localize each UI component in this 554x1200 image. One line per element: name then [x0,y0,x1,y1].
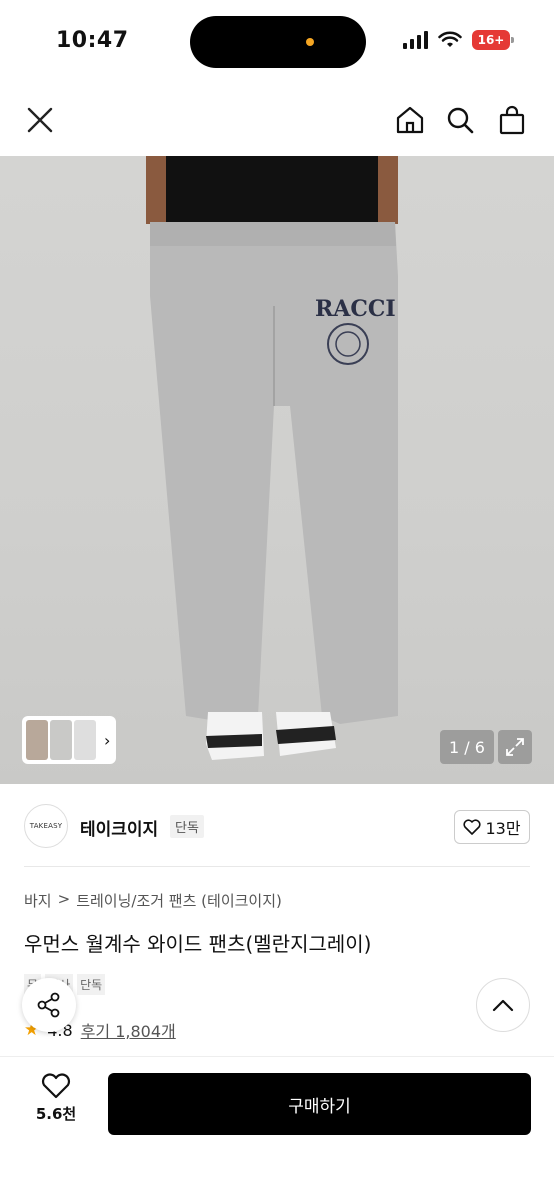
tag-3: 단독 [77,974,106,995]
thumbnail-1[interactable] [26,720,48,760]
breadcrumb: 바지 > 트레이닝/조거 팬츠 (테이크이지) [24,890,282,911]
breadcrumb-subcategory[interactable]: 트레이닝/조거 팬츠 (테이크이지) [76,890,282,911]
close-button[interactable] [18,98,62,142]
expand-icon [506,738,524,756]
product-image[interactable]: RACCI [0,156,554,784]
share-icon [37,992,60,1018]
image-page-indicator: 1 / 6 [440,730,494,764]
brand-row: TAKEASY 테이크이지 단독 13만 [0,784,554,868]
shopping-bag-icon [499,105,525,135]
signal-icon [403,31,428,49]
chevron-up-icon [492,999,514,1012]
scroll-to-top-button[interactable] [476,978,530,1032]
heart-icon [463,819,481,835]
bottom-action-bar: 5.6천 구매하기 [0,1056,554,1200]
search-button[interactable] [438,98,482,142]
privacy-indicator-dot [306,38,314,46]
chevron-right-icon[interactable]: › [104,731,110,750]
buy-button[interactable]: 구매하기 [108,1073,531,1135]
breadcrumb-category[interactable]: 바지 [24,890,52,911]
wishlist-button[interactable]: 5.6천 [26,1073,86,1124]
breadcrumb-separator: > [57,890,71,908]
brand-like-count: 13만 [485,819,521,838]
review-link[interactable]: 후기 1,804개 [81,1018,176,1042]
home-button[interactable] [388,98,432,142]
wifi-icon [438,31,462,47]
share-button[interactable] [22,978,76,1032]
battery-icon: 16+ [472,30,514,50]
product-title: 우먼스 월계수 와이드 팬츠(멜란지그레이) [24,932,372,956]
pants-logo-text: RACCI [315,296,396,322]
expand-button[interactable] [498,730,532,764]
status-bar: 10:47 16+ [0,0,554,84]
top-nav [0,84,554,156]
thumbnail-strip[interactable]: › [22,716,116,764]
thumbnail-3[interactable] [74,720,96,760]
heart-icon [41,1073,71,1099]
product-photo: RACCI [146,156,398,760]
search-icon [447,107,474,134]
close-icon [27,107,53,133]
brand-name[interactable]: 테이크이지 [80,815,158,840]
status-icons: 16+ [403,30,514,50]
dynamic-island [190,16,366,68]
status-time: 10:47 [56,28,129,53]
home-icon [396,106,424,134]
thumbnail-2[interactable] [50,720,72,760]
divider [24,866,530,867]
cart-button[interactable] [490,98,534,142]
brand-logo[interactable]: TAKEASY [24,804,68,848]
exclusive-badge: 단독 [170,815,204,838]
brand-like-button[interactable]: 13만 [454,810,530,844]
wishlist-count: 5.6천 [35,1105,77,1123]
